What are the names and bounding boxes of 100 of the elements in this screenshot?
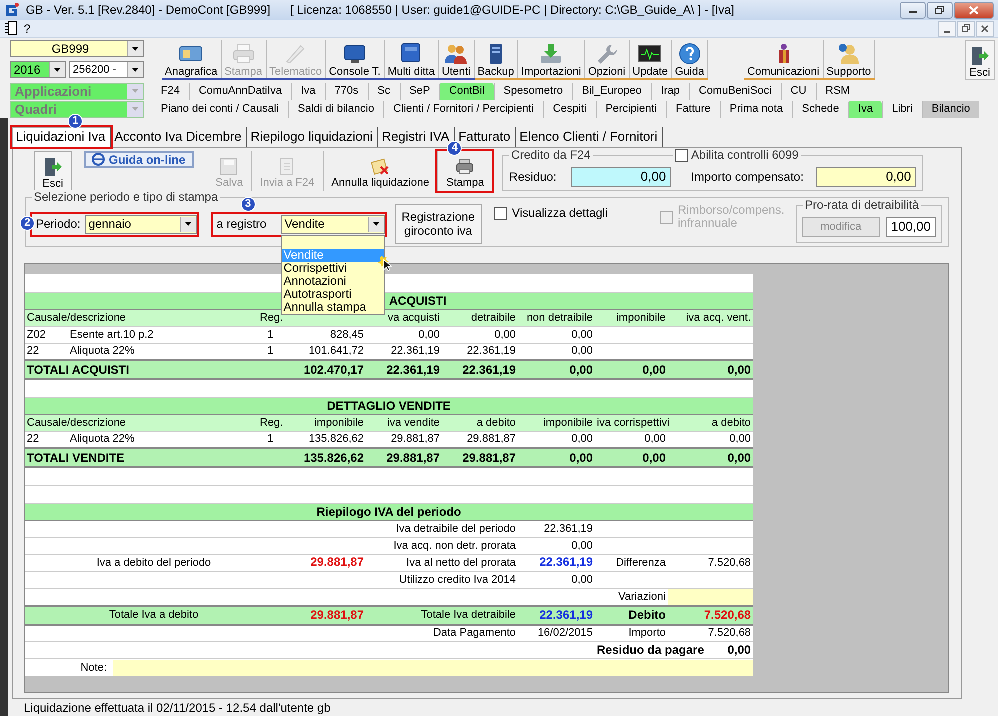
- table-cell: 828,45: [330, 328, 364, 340]
- module-tab[interactable]: ContBil: [439, 82, 494, 100]
- module-tab[interactable]: Irap: [651, 82, 689, 100]
- help-button[interactable]: Guida on-line: [84, 151, 194, 168]
- toolbar-button[interactable]: Backup: [474, 40, 518, 78]
- register-dropdown[interactable]: Vendite: [280, 214, 385, 234]
- table-cell: Variazioni: [618, 590, 666, 602]
- column-header: a debito: [712, 416, 752, 428]
- module-tab[interactable]: F24: [152, 82, 189, 100]
- section-tab[interactable]: Saldi di bilancio: [288, 100, 384, 118]
- section-tab[interactable]: Bilancio: [922, 100, 980, 118]
- column-header: Causale/descrizione: [27, 312, 126, 324]
- module-tab[interactable]: Spesometro: [494, 82, 572, 100]
- checkbox[interactable]: [675, 148, 688, 162]
- column-header: iva corrispettivi: [597, 416, 670, 428]
- close-icon: [969, 6, 979, 14]
- toolbar-button[interactable]: Supporto: [824, 40, 876, 78]
- action-button[interactable]: Annulla liquidazione: [322, 151, 438, 191]
- section-tab[interactable]: Piano dei conti / Causali: [152, 100, 288, 118]
- variazioni-field[interactable]: [668, 588, 754, 604]
- module-tab[interactable]: ComuAnnDatiIva: [188, 82, 292, 100]
- toolbar-button[interactable]: Comunicazioni: [744, 40, 824, 78]
- year-dropdown[interactable]: 2016: [10, 61, 66, 78]
- section-tab[interactable]: Fatture: [666, 100, 720, 118]
- table-cell: Totale Iva detraibile: [421, 609, 516, 621]
- toolbar-button[interactable]: Utenti: [438, 40, 475, 78]
- table-cell: Esente art.10 p.2: [70, 328, 154, 340]
- table-cell: Debito: [628, 608, 666, 622]
- column-header: iva acq. vent.: [686, 312, 752, 324]
- minimize-button[interactable]: [900, 2, 926, 18]
- dropdown-arrow-icon: [130, 88, 140, 94]
- restore-button[interactable]: [957, 20, 975, 36]
- compensated-field[interactable]: 0,00: [816, 167, 916, 187]
- toolbar-button[interactable]: Guida: [672, 40, 708, 78]
- dropdown-arrow-icon: [131, 46, 140, 52]
- exit-button[interactable]: Esci: [965, 40, 995, 80]
- module-tab[interactable]: Sc: [368, 82, 400, 100]
- total-value: 0,00: [642, 450, 666, 464]
- module-tab[interactable]: Iva: [291, 82, 325, 100]
- status-text: Liquidazione effettuata il 02/11/2015 - 12.54 dall'utente gb: [23, 700, 332, 715]
- printer-icon: [230, 42, 257, 66]
- total-value: 22.361,19: [462, 362, 516, 376]
- table-cell: 0,00: [644, 433, 666, 446]
- column-header: imponibile: [543, 416, 593, 428]
- dropdown-option[interactable]: Autotrasporti: [282, 288, 384, 300]
- section-tab[interactable]: Iva: [848, 100, 882, 118]
- menu-item[interactable]: ?: [24, 22, 31, 36]
- toolbar-button[interactable]: Importazioni: [518, 40, 586, 78]
- section-tab[interactable]: Cespiti: [543, 100, 596, 118]
- module-tab[interactable]: 770s: [324, 82, 368, 100]
- total-value: 135.826,62: [304, 450, 364, 464]
- minimize-button[interactable]: [938, 20, 956, 36]
- company-dropdown[interactable]: GB999: [10, 40, 144, 57]
- period-dropdown[interactable]: gennaio: [84, 214, 197, 234]
- module-tab[interactable]: CU: [780, 82, 816, 100]
- dropdown-option[interactable]: Annotazioni: [282, 274, 384, 288]
- table-cell: 22.361,19: [540, 555, 593, 569]
- table-cell: 22.361,19: [544, 522, 593, 534]
- users-icon: [443, 42, 470, 66]
- field-label: Periodo:: [35, 217, 82, 231]
- total-label: TOTALI ACQUISTI: [27, 362, 130, 376]
- table-cell: 16/02/2015: [538, 627, 593, 640]
- checkbox[interactable]: [494, 206, 508, 220]
- residual-field[interactable]: 0,00: [570, 167, 672, 187]
- module-tab[interactable]: Bil_Europeo: [572, 82, 652, 100]
- table-cell: 29.881,87: [310, 555, 364, 569]
- section-tab[interactable]: Prima nota: [720, 100, 792, 118]
- exit-button[interactable]: Esci: [34, 151, 72, 191]
- module-tab[interactable]: RSM: [816, 82, 860, 100]
- table-cell: Data Pagamento: [433, 627, 516, 640]
- dropdown-arrow-icon: [53, 66, 62, 72]
- document-icon: [4, 21, 18, 36]
- column-header: imponibile: [616, 312, 666, 324]
- toolbar-button[interactable]: Anagrafica: [162, 40, 222, 78]
- giroconto-button[interactable]: Registrazione giroconto iva: [394, 204, 482, 244]
- column-header: Reg.: [260, 416, 284, 428]
- action-button[interactable]: Stampa: [437, 151, 492, 191]
- tab[interactable]: Liquidazioni Iva: [12, 127, 111, 147]
- toolbar-button[interactable]: Update: [630, 40, 672, 78]
- prorata-field[interactable]: 100,00: [886, 217, 936, 237]
- close-button[interactable]: [954, 2, 994, 18]
- total-value: 0,00: [642, 362, 666, 376]
- maximize-button[interactable]: [927, 2, 953, 18]
- code-dropdown[interactable]: 256200 -: [69, 61, 144, 78]
- table-cell: 135.826,62: [308, 433, 364, 446]
- table-cell: 0,00: [494, 328, 516, 340]
- close-button[interactable]: [976, 20, 994, 36]
- total-label: TOTALI VENDITE: [27, 450, 125, 464]
- toolbar-button[interactable]: Opzioni: [585, 40, 630, 78]
- toolbar-button[interactable]: Console T.: [326, 40, 385, 78]
- total-value: 102.470,17: [304, 362, 364, 376]
- toolbar-button[interactable]: Multi ditta: [384, 40, 439, 78]
- group-title: Credito da F24: [511, 148, 591, 162]
- field-label: Note:: [80, 662, 108, 674]
- help-icon: [676, 42, 703, 66]
- section-tab[interactable]: Clienti / Fornitori / Percipienti: [383, 100, 544, 118]
- dropdown-option[interactable]: Annulla stampa: [282, 300, 384, 314]
- module-tab[interactable]: ComuBeniSoci: [689, 82, 781, 100]
- note-field[interactable]: [113, 660, 753, 676]
- section-tab[interactable]: Percipienti: [596, 100, 666, 118]
